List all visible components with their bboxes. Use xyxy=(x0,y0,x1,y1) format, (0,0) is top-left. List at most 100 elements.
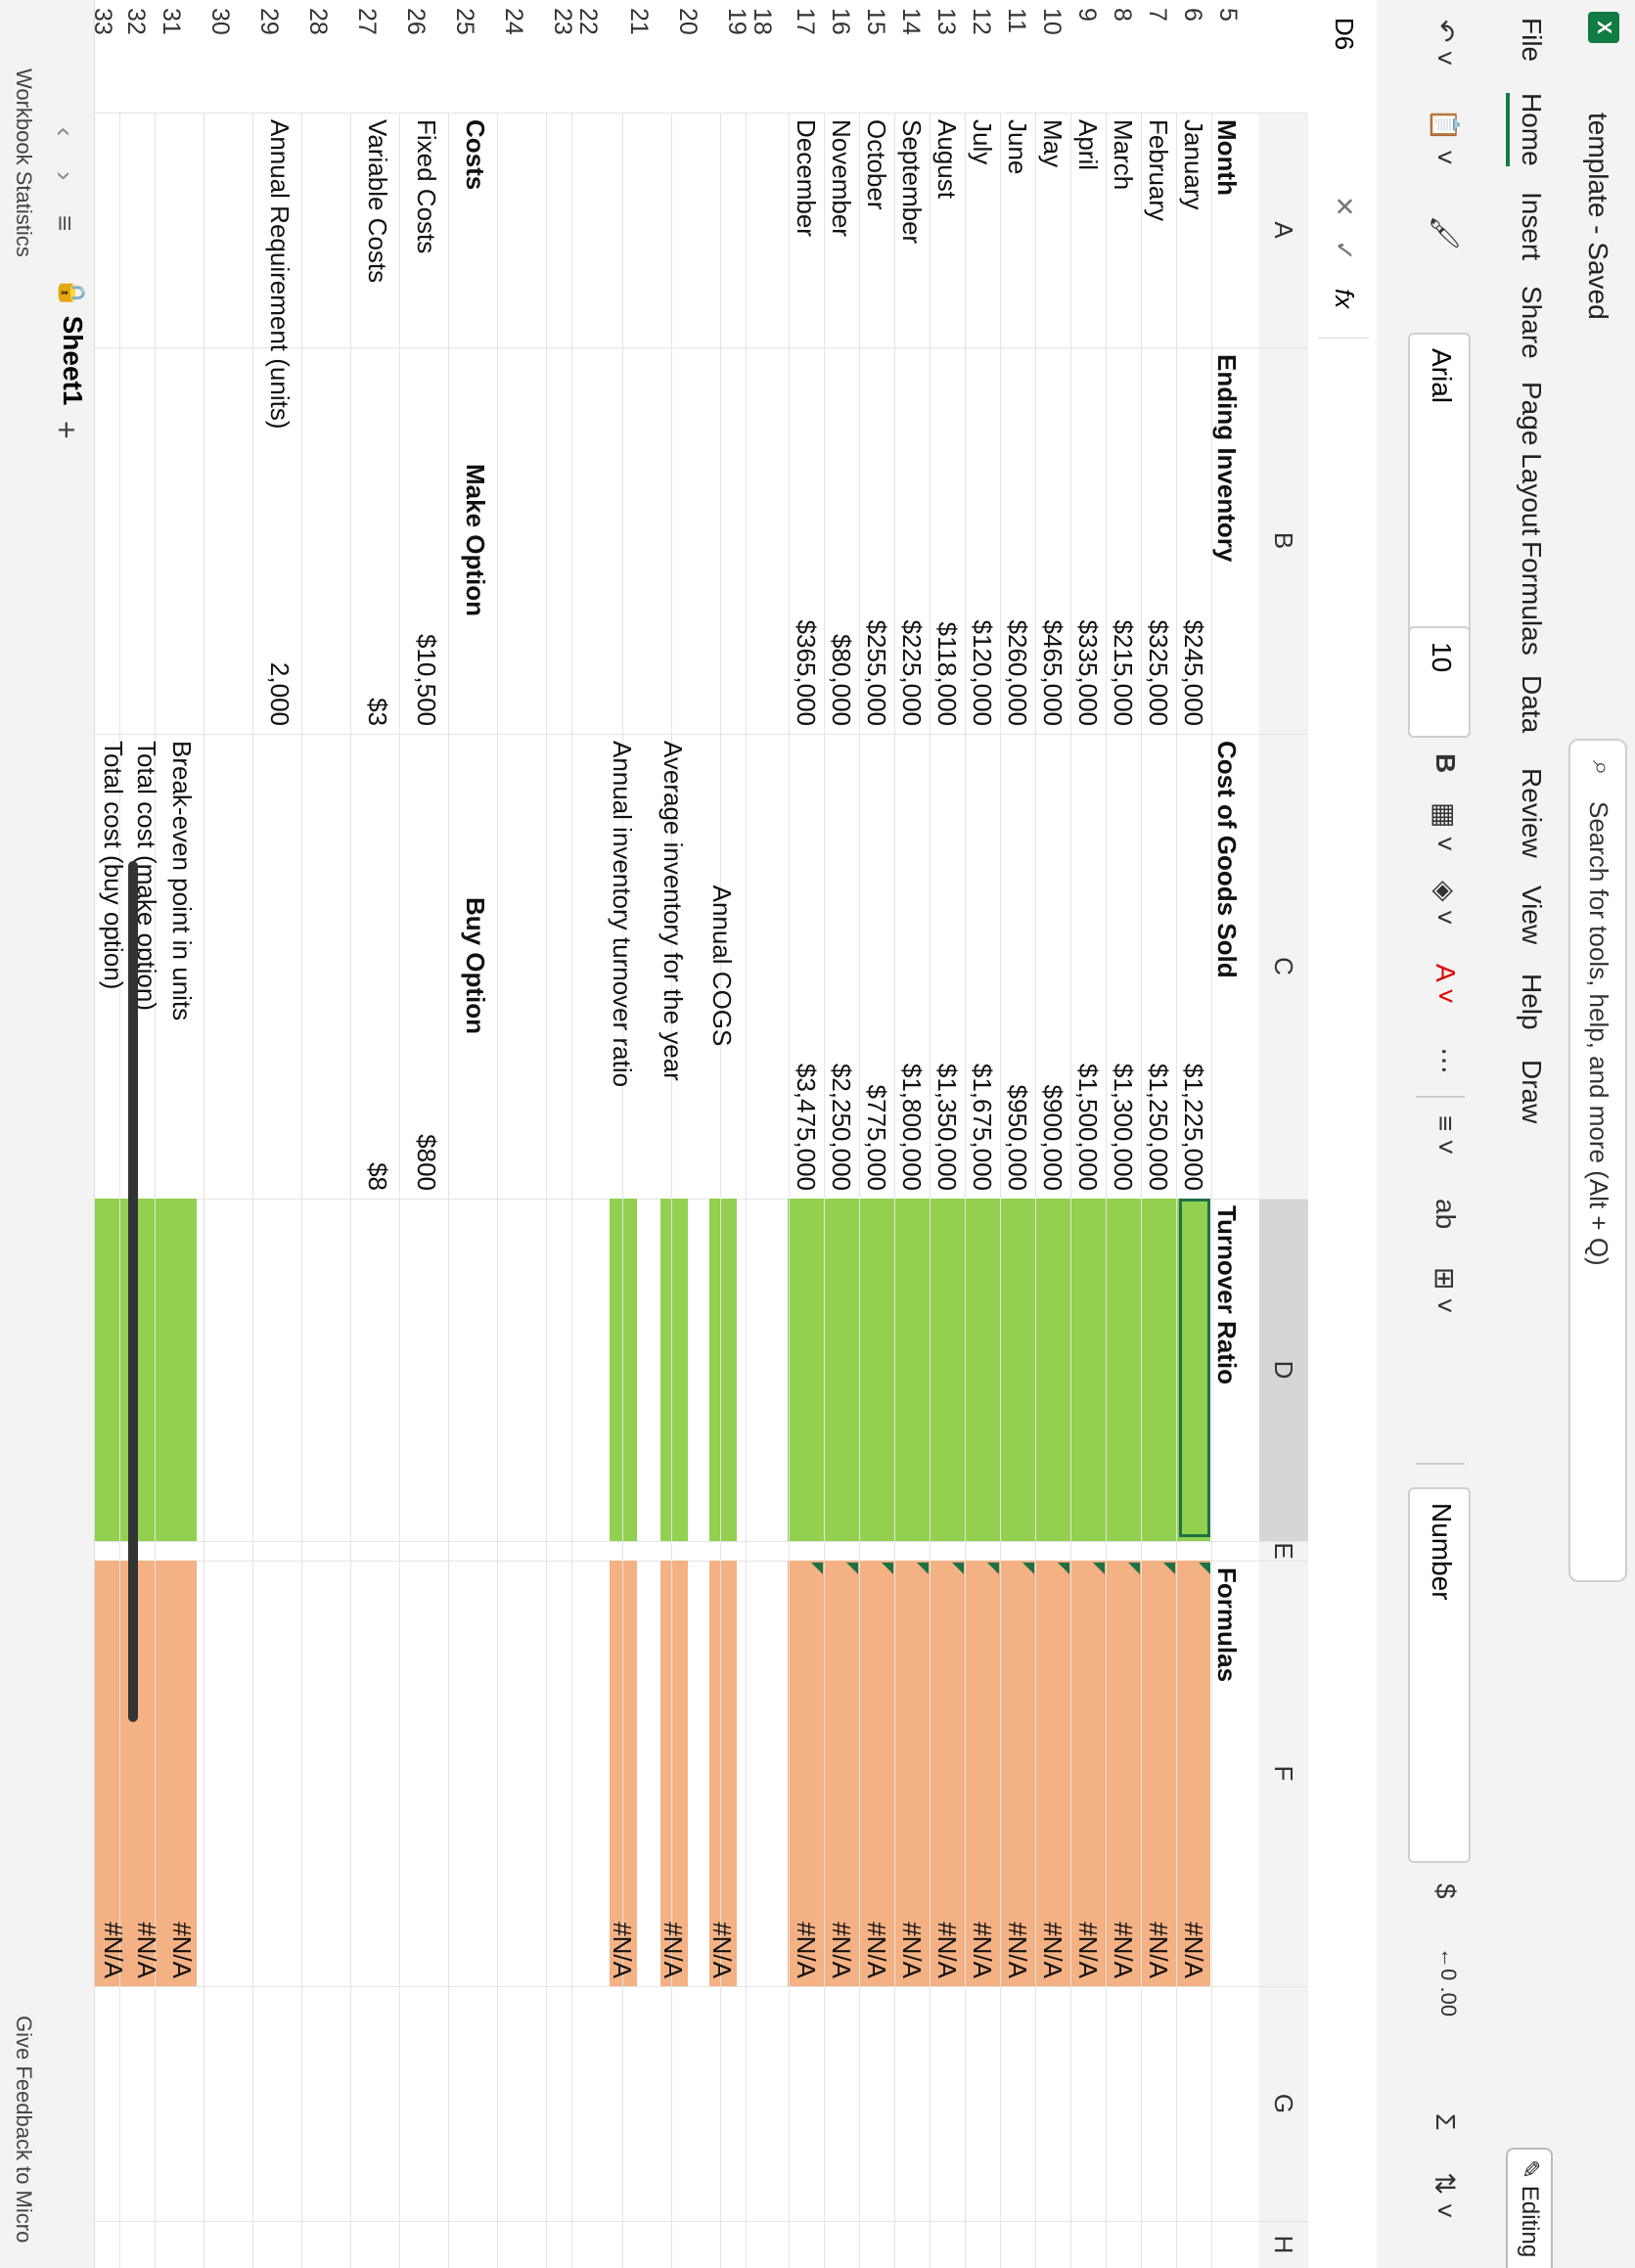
header-formulas[interactable]: Formulas xyxy=(1211,1567,1242,1682)
menu-file[interactable]: File xyxy=(1516,18,1547,62)
cogs-cell[interactable]: $1,250,000 xyxy=(1143,741,1173,1191)
menu-review[interactable]: Review xyxy=(1516,768,1547,858)
label-turnover-ratio[interactable]: Annual inventory turnover ratio xyxy=(607,741,637,1087)
row-header[interactable]: 29 xyxy=(254,0,283,120)
row-header[interactable]: 15 xyxy=(861,0,889,120)
cancel-icon[interactable]: ✕ xyxy=(1329,196,1359,217)
month-cell[interactable]: January xyxy=(1178,119,1208,210)
month-cell[interactable]: September xyxy=(896,119,927,244)
row-header[interactable]: 26 xyxy=(401,0,430,120)
horizontal-scrollbar[interactable] xyxy=(128,861,138,1722)
formula-annual-cogs[interactable]: #N/A xyxy=(706,1561,737,1978)
cogs-cell[interactable]: $950,000 xyxy=(1002,741,1032,1191)
month-cell[interactable]: May xyxy=(1037,119,1067,167)
label-variable-costs[interactable]: Variable Costs xyxy=(362,119,392,283)
row-header[interactable]: 17 xyxy=(791,0,819,120)
row-header[interactable]: 16 xyxy=(826,0,854,120)
undo-icon[interactable]: ↶ ˅ xyxy=(1429,20,1461,67)
row-header[interactable]: 31 xyxy=(157,0,185,120)
formula-cell[interactable]: #N/A xyxy=(826,1561,856,1978)
row-header[interactable]: 9 xyxy=(1072,0,1101,120)
column-header-d[interactable]: D xyxy=(1259,1199,1308,1542)
confirm-icon[interactable]: ✓ xyxy=(1329,240,1359,261)
month-cell[interactable]: December xyxy=(791,119,821,237)
column-header-c[interactable]: C xyxy=(1259,734,1308,1200)
ending-inventory-cell[interactable]: $245,000 xyxy=(1178,354,1208,726)
header-turnover[interactable]: Turnover Ratio xyxy=(1211,1205,1242,1384)
formula-breakeven[interactable]: #N/A xyxy=(166,1561,197,1978)
cogs-cell[interactable]: $775,000 xyxy=(861,741,891,1191)
variable-buy-value[interactable]: $8 xyxy=(362,741,392,1191)
number-format-select[interactable]: Number xyxy=(1408,1487,1471,1863)
formula-cell[interactable]: #N/A xyxy=(1178,1561,1208,1978)
row-header[interactable]: 20 xyxy=(673,0,702,120)
cogs-cell[interactable]: $1,675,000 xyxy=(967,741,997,1191)
search-input[interactable]: Search for tools, help, and more (Alt + … xyxy=(1583,801,1613,1266)
ending-inventory-cell[interactable]: $255,000 xyxy=(861,354,891,726)
selected-cell[interactable] xyxy=(1179,1199,1210,1537)
ending-inventory-cell[interactable]: $120,000 xyxy=(967,354,997,726)
column-header-e[interactable]: E xyxy=(1259,1541,1308,1562)
header-month[interactable]: Month xyxy=(1211,119,1242,196)
column-header-f[interactable]: F xyxy=(1259,1561,1308,1987)
sheet-tab-sheet1[interactable]: 🔒 Sheet1 xyxy=(39,269,88,414)
fill-color-icon[interactable]: ◈ ˅ xyxy=(1429,881,1461,926)
formula-cell[interactable]: #N/A xyxy=(1108,1561,1138,1978)
row-header[interactable]: 11 xyxy=(1002,0,1030,120)
column-header-b[interactable]: B xyxy=(1259,347,1308,735)
ending-inventory-cell[interactable]: $335,000 xyxy=(1072,354,1103,726)
header-cogs[interactable]: Cost of Goods Sold xyxy=(1211,741,1242,978)
month-cell[interactable]: October xyxy=(861,119,891,210)
row-header[interactable]: 6 xyxy=(1178,0,1206,120)
formula-avg-inventory[interactable]: #N/A xyxy=(658,1561,688,1978)
ending-inventory-cell[interactable]: $365,000 xyxy=(791,354,821,726)
search-box[interactable]: ⌕ Search for tools, help, and more (Alt … xyxy=(1568,739,1627,1582)
formula-cell[interactable]: #N/A xyxy=(931,1561,962,1978)
row-header[interactable]: 5 xyxy=(1213,0,1242,120)
menu-share[interactable]: Share xyxy=(1516,286,1547,359)
cogs-cell[interactable]: $1,225,000 xyxy=(1178,741,1208,1191)
header-make-option[interactable]: Make Option xyxy=(460,354,490,726)
formula-cell[interactable]: #N/A xyxy=(791,1561,821,1978)
row-header[interactable]: 21 xyxy=(624,0,653,120)
format-painter-icon[interactable]: 🖌 xyxy=(1429,215,1461,250)
all-sheets-icon[interactable]: ≡ xyxy=(49,215,80,231)
variable-make-value[interactable]: $3 xyxy=(362,354,392,726)
autosum-button[interactable]: Σ xyxy=(1430,2113,1461,2130)
menu-insert[interactable]: Insert xyxy=(1516,192,1547,260)
fixed-buy-value[interactable]: $800 xyxy=(411,741,441,1191)
ending-inventory-cell[interactable]: $260,000 xyxy=(1002,354,1032,726)
decimal-icon[interactable]: ←0 .00 xyxy=(1435,1947,1461,2017)
cogs-cell[interactable]: $2,250,000 xyxy=(826,741,856,1191)
row-header[interactable]: 30 xyxy=(205,0,234,120)
formula-turnover-ratio[interactable]: #N/A xyxy=(607,1561,637,1978)
month-cell[interactable]: April xyxy=(1072,119,1103,170)
ending-inventory-cell[interactable]: $225,000 xyxy=(896,354,927,726)
label-breakeven[interactable]: Break-even point in units xyxy=(166,741,197,1021)
month-cell[interactable]: July xyxy=(967,119,997,164)
cogs-cell[interactable]: $3,475,000 xyxy=(791,741,821,1191)
column-header-a[interactable]: A xyxy=(1259,113,1308,348)
label-fixed-costs[interactable]: Fixed Costs xyxy=(411,119,441,253)
name-box[interactable]: D6 xyxy=(1329,18,1359,50)
formula-total-buy[interactable]: #N/A xyxy=(98,1561,128,1978)
menu-draw[interactable]: Draw xyxy=(1516,1060,1547,1123)
prev-sheet-icon[interactable]: ‹ xyxy=(49,127,80,136)
row-header[interactable]: 13 xyxy=(931,0,960,120)
clipboard-icon[interactable]: 📋 ˅ xyxy=(1429,108,1461,165)
borders-icon[interactable]: ▦ ˅ xyxy=(1429,802,1461,852)
fx-icon[interactable]: fx xyxy=(1329,289,1359,308)
row-header[interactable]: 24 xyxy=(499,0,527,120)
row-header[interactable]: 8 xyxy=(1108,0,1136,120)
row-header[interactable]: 28 xyxy=(303,0,332,120)
sort-icon[interactable]: ⇅ ˅ xyxy=(1429,2172,1461,2219)
month-cell[interactable]: August xyxy=(931,119,962,199)
ending-inventory-cell[interactable]: $325,000 xyxy=(1143,354,1173,726)
next-sheet-icon[interactable]: › xyxy=(49,171,80,180)
header-buy-option[interactable]: Buy Option xyxy=(460,741,490,1191)
month-cell[interactable]: February xyxy=(1143,119,1173,221)
label-avg-inventory[interactable]: Average inventory for the year xyxy=(658,741,688,1081)
give-feedback-link[interactable]: Give Feedback to Micro xyxy=(11,2016,36,2243)
formula-cell[interactable]: #N/A xyxy=(896,1561,927,1978)
font-color-icon[interactable]: A ˅ xyxy=(1430,964,1461,1004)
